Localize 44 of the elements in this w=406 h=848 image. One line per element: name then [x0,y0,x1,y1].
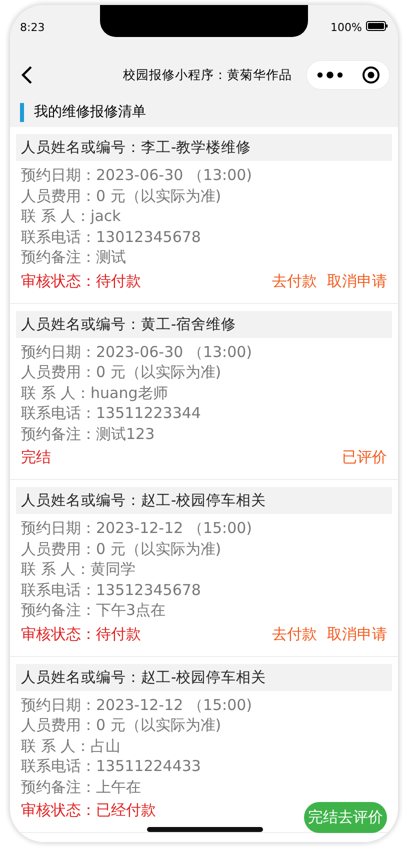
review-button[interactable]: 完结去评价 [304,802,387,833]
order-detail: 预约备注：测试 [20,247,127,268]
order-detail: 预约日期：2023-12-12 （15:00) [20,518,254,538]
order-detail: 联系电话：13012345678 [20,226,202,247]
order-detail: 联 系 人：jack [20,206,122,226]
page-title: 校园报修小程序：黄菊华作品 [123,66,292,84]
order-title: 人员姓名或编号：赵工-校园停车相关 [16,487,392,514]
action-link[interactable]: 已评价 [342,447,387,468]
action-link[interactable]: 取消申请 [327,624,387,644]
order-detail: 联 系 人：占山 [20,736,122,756]
section-title: 我的维修报修清单 [34,103,146,121]
order-detail: 预约备注：下午3点在 [20,600,167,620]
order-title: 人员姓名或编号：赵工-校园停车相关 [16,664,392,690]
order-detail: 联系电话：13512345678 [20,580,202,600]
order-status: 完结 [21,447,51,468]
order-detail: 预约备注：上午在 [20,776,142,797]
order-detail: 人员费用：0 元（以实际为准) [20,186,222,206]
order-detail: 预约日期：2023-12-12 （15:00) [20,694,254,715]
battery-icon [366,21,388,31]
battery-level: 100% [330,21,362,34]
status-time: 8:23 [20,21,45,36]
order-detail: 人员费用：0 元（以实际为准) [20,538,222,559]
order-detail: 人员费用：0 元（以实际为准) [20,715,222,736]
capsule-menu[interactable] [306,60,390,90]
order-status: 审核状态：待付款 [21,270,141,292]
order-detail: 联系电话：13511223344 [20,403,202,424]
order-detail: 联系电话：13511224433 [20,756,202,776]
order-detail: 联 系 人：huang老师 [20,382,169,403]
action-link[interactable]: 取消申请 [327,270,387,292]
order-status: 审核状态：待付款 [21,624,141,644]
order-detail: 联 系 人：黄同学 [20,559,137,580]
order-detail: 人员费用：0 元（以实际为准) [20,362,222,382]
back-icon[interactable] [20,65,34,85]
order-detail: 预约日期：2023-06-30 （13:00) [20,165,254,186]
order-title: 人员姓名或编号：黄工-宿舍维修 [16,310,392,338]
section-marker [20,102,24,122]
action-link[interactable]: 去付款 [272,624,317,644]
more-icon[interactable] [316,71,342,79]
close-icon[interactable] [362,66,380,84]
order-detail: 预约备注：测试123 [20,424,156,444]
order-status: 审核状态：已经付款 [21,800,156,821]
order-title: 人员姓名或编号：李工-教学楼维修 [16,134,392,161]
action-link[interactable]: 去付款 [272,270,317,292]
order-detail: 预约日期：2023-06-30 （13:00) [20,342,254,362]
